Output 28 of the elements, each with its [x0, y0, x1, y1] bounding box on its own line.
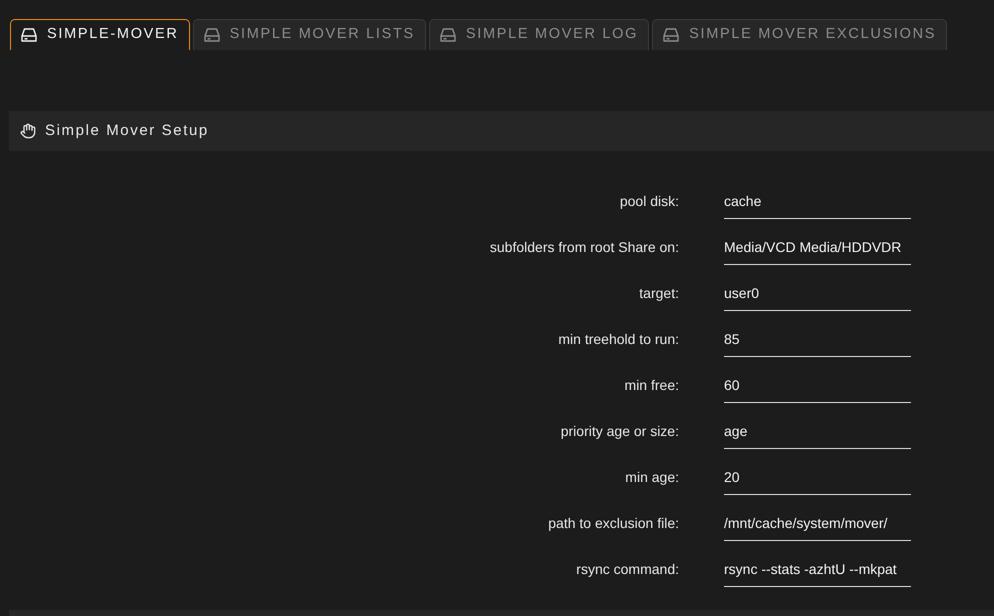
input-field[interactable]: age	[724, 418, 911, 449]
field-label: min age:	[625, 468, 679, 487]
field-label: min free:	[624, 376, 679, 395]
tab[interactable]: SIMPLE MOVER LOG	[428, 19, 650, 50]
input-field[interactable]: cache	[724, 188, 911, 219]
drive-icon	[204, 28, 220, 42]
input-field[interactable]: rsync --stats -azhtU --mkpat	[724, 556, 911, 587]
hand-icon	[20, 123, 36, 139]
tab[interactable]: SIMPLE-MOVER	[10, 19, 190, 50]
field-label: subfolders from root Share on:	[490, 238, 679, 257]
input-field[interactable]: 20	[724, 464, 911, 495]
input-field[interactable]: /mnt/cache/system/mover/	[724, 510, 911, 541]
field-label: rsync command:	[576, 560, 679, 579]
tab[interactable]: SIMPLE MOVER LISTS	[192, 19, 426, 50]
section-title: Simple Mover Setup	[45, 120, 209, 141]
drive-icon	[440, 28, 456, 42]
drive-icon	[21, 28, 37, 42]
input-field[interactable]: Media/VCD Media/HDDVDR	[724, 234, 911, 265]
field-label: target:	[639, 284, 679, 303]
field-label: pool disk:	[620, 192, 679, 211]
input-field[interactable]: 60	[724, 372, 911, 403]
field-label: priority age or size:	[560, 422, 679, 441]
drive-icon	[663, 28, 680, 42]
tab[interactable]: SIMPLE MOVER EXCLUSIONS	[652, 19, 948, 50]
field-label: min treehold to run:	[558, 330, 679, 349]
input-field[interactable]: 85	[724, 326, 911, 357]
field-label: path to exclusion file:	[548, 514, 679, 533]
input-field[interactable]: user0	[724, 280, 911, 311]
